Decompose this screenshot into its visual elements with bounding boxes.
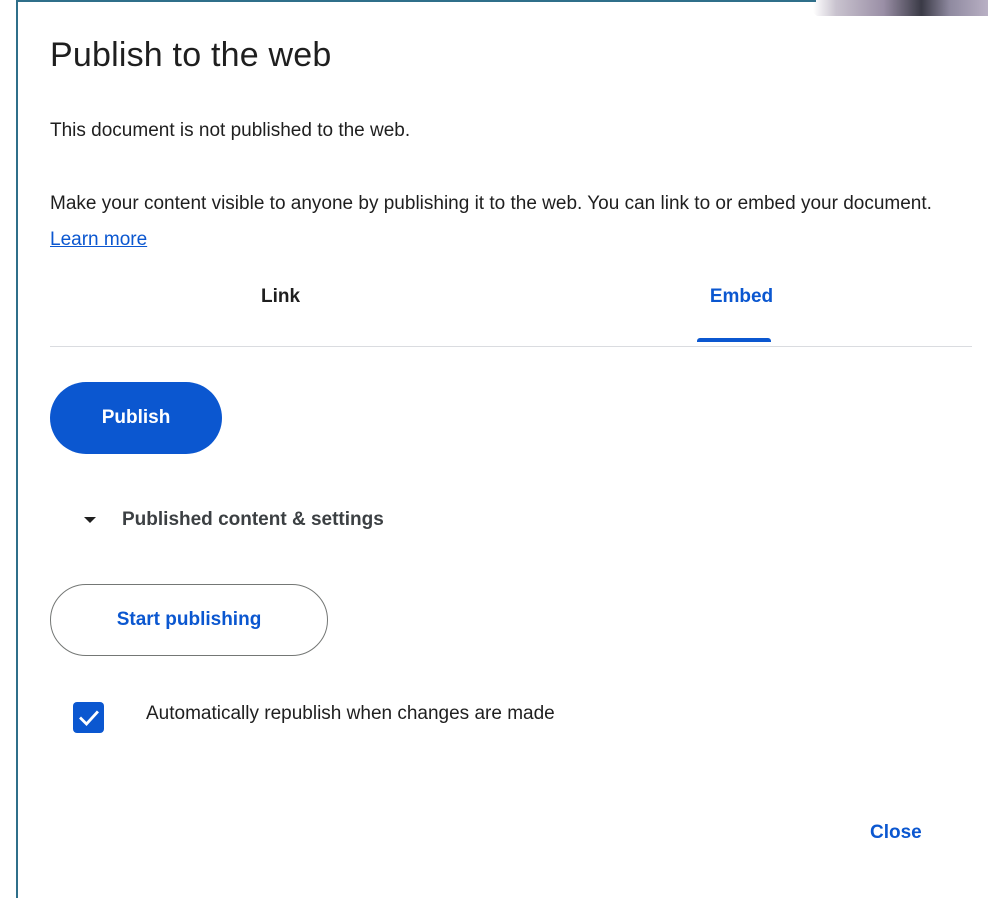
dialog-description: Make your content visible to anyone by p…: [50, 186, 970, 258]
checkmark-icon: [78, 710, 99, 726]
auto-republish-label: Automatically republish when changes are…: [146, 703, 555, 724]
dialog-border-top: [16, 0, 816, 2]
publish-dialog: Publish to the web This document is not …: [0, 0, 988, 898]
close-button[interactable]: Close: [870, 822, 922, 852]
caret-down-icon: [84, 517, 96, 523]
publish-button[interactable]: Publish: [50, 382, 222, 454]
learn-more-link[interactable]: Learn more: [50, 229, 147, 250]
start-publishing-button[interactable]: Start publishing: [50, 584, 328, 656]
tab-embed[interactable]: Embed: [511, 272, 972, 346]
dialog-title: Publish to the web: [50, 36, 332, 74]
description-text: Make your content visible to anyone by p…: [50, 193, 932, 214]
tab-active-indicator: [697, 338, 771, 342]
dialog-border-left: [16, 0, 18, 898]
published-settings-label: Published content & settings: [122, 509, 384, 530]
auto-republish-checkbox[interactable]: [73, 702, 104, 733]
published-settings-toggle[interactable]: Published content & settings: [80, 505, 384, 535]
publish-status-text: This document is not published to the we…: [50, 120, 411, 141]
publish-tabs: Link Embed: [50, 272, 972, 347]
tab-link[interactable]: Link: [50, 272, 511, 346]
background-image-corner: [798, 0, 988, 16]
